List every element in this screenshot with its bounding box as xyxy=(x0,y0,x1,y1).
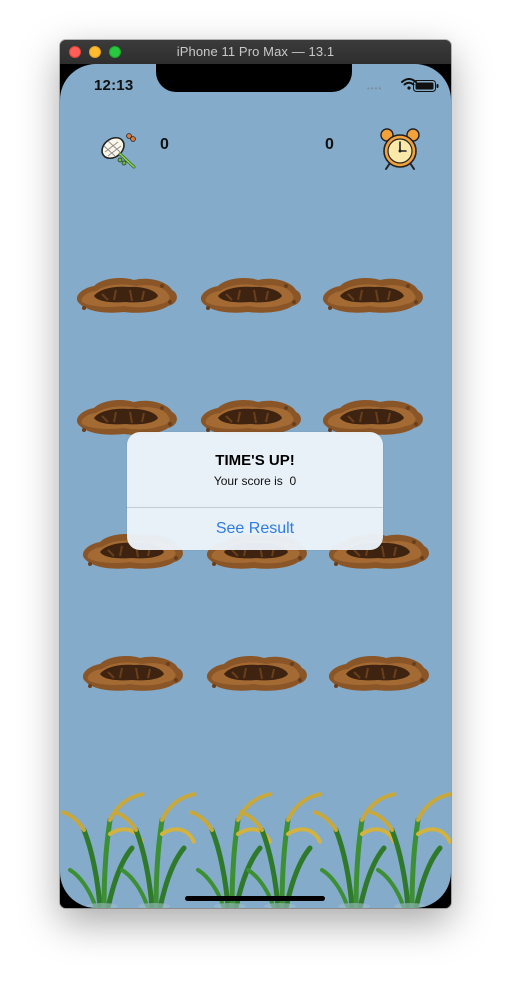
mole-hole[interactable] xyxy=(318,272,426,316)
alarm-clock-icon[interactable] xyxy=(378,127,422,171)
status-time: 12:13 xyxy=(94,77,134,94)
rice-plants-decoration xyxy=(60,790,451,908)
mole-hole[interactable] xyxy=(72,272,180,316)
mole-hole[interactable] xyxy=(202,650,310,694)
see-result-button[interactable]: See Result xyxy=(127,508,383,550)
mole-hole[interactable] xyxy=(196,272,304,316)
mole-hole[interactable] xyxy=(324,650,432,694)
simulator-window: iPhone 11 Pro Max — 13.1 12:13 •••• 0 0 … xyxy=(60,40,451,908)
title-bar: iPhone 11 Pro Max — 13.1 xyxy=(60,40,451,65)
game-screen: 12:13 •••• 0 0 TIME'S UP! Your score is … xyxy=(60,64,451,908)
battery-icon xyxy=(413,80,439,92)
window-title: iPhone 11 Pro Max — 13.1 xyxy=(176,44,335,59)
home-indicator[interactable] xyxy=(185,896,325,901)
mole-hole[interactable] xyxy=(78,650,186,694)
alert-message: Your score is 0 xyxy=(213,474,297,488)
device-notch xyxy=(156,64,352,92)
device-frame: 12:13 •••• 0 0 TIME'S UP! Your score is … xyxy=(60,64,451,908)
cellular-signal-icon: •••• xyxy=(367,84,383,93)
butterfly-net-icon[interactable] xyxy=(96,130,140,170)
catch-counter: 0 xyxy=(160,136,169,153)
timer-counter: 0 xyxy=(325,136,334,153)
alert-title: TIME'S UP! xyxy=(215,452,295,469)
times-up-alert: TIME'S UP! Your score is 0 See Result xyxy=(127,432,383,550)
